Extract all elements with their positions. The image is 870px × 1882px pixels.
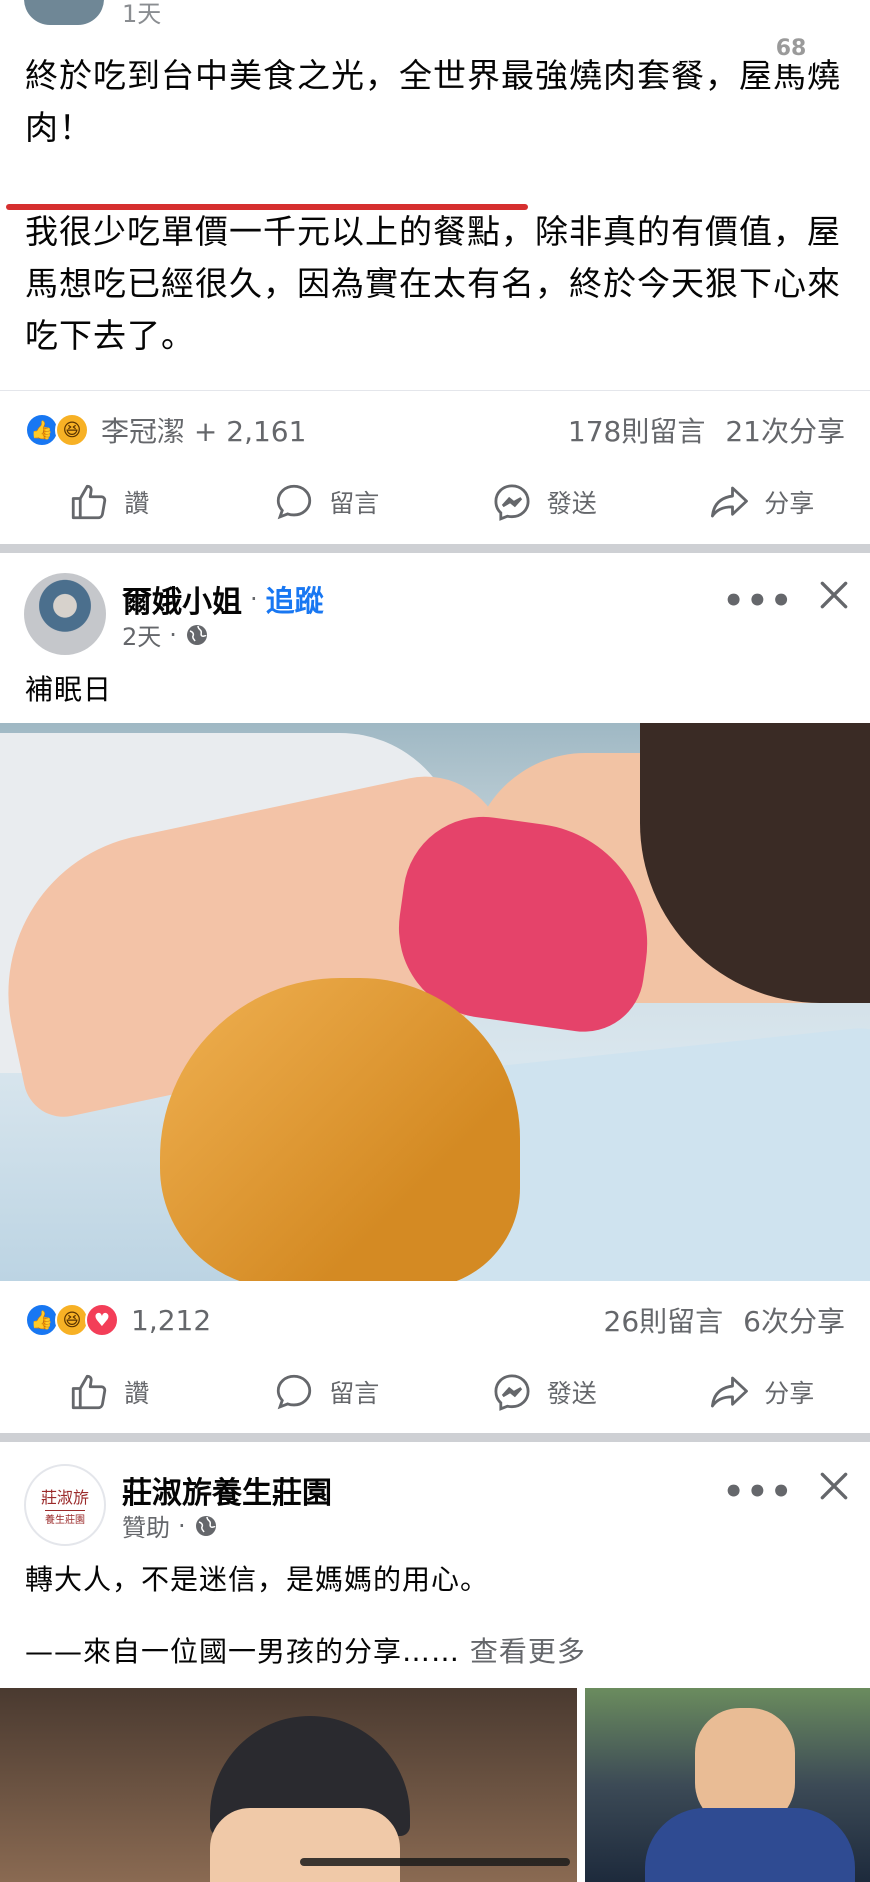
- like-icon: [72, 1374, 107, 1410]
- author-name[interactable]: 莊淑旂養生莊園: [122, 1468, 332, 1512]
- separator-dot: ·: [178, 1511, 186, 1540]
- post2-reaction-row: 👍 😆 ♥ 1,212 26則留言 6次分享: [0, 1290, 870, 1350]
- post3-photo[interactable]: [585, 1688, 870, 1882]
- comment-icon: [277, 1374, 312, 1410]
- more-icon[interactable]: •••: [723, 1472, 794, 1512]
- comment-button[interactable]: 留言: [218, 1371, 436, 1413]
- share-icon: [711, 1376, 749, 1408]
- close-icon[interactable]: [814, 1466, 854, 1506]
- haha-reaction-icon: 😆: [55, 1303, 89, 1337]
- share-icon: [711, 486, 749, 518]
- send-button[interactable]: 發送: [435, 481, 653, 523]
- more-icon[interactable]: •••: [723, 581, 794, 621]
- sponsored-label[interactable]: 贊助: [122, 1508, 170, 1543]
- signal-icon: [668, 37, 705, 61]
- like-reaction-icon: 👍: [25, 413, 59, 447]
- reaction-count[interactable]: 1,212: [131, 1304, 211, 1337]
- reaction-icons[interactable]: 👍 😆 ♥: [25, 1303, 119, 1337]
- messenger-icon: [494, 484, 530, 521]
- network-type: 4G: [714, 34, 754, 64]
- comment-count[interactable]: 26則留言: [604, 1300, 724, 1340]
- post2-action-row: 讚 留言 發送 分享: [0, 1352, 870, 1432]
- messenger-icon: [494, 1374, 530, 1411]
- post2-text: 補眠日: [25, 673, 113, 706]
- post1-reaction-row: 👍 😆 李冠潔 + 2,161 178則留言 21次分享: [0, 400, 870, 460]
- author-name[interactable]: 爾娥小姐: [122, 577, 242, 621]
- globe-icon: [195, 1515, 216, 1536]
- post3-author-line: 莊淑旂養生莊園: [122, 1468, 332, 1512]
- post-stats: 26則留言 6次分享: [604, 1300, 845, 1340]
- reaction-count[interactable]: 李冠潔 + 2,161: [101, 410, 306, 450]
- post1-action-row: 讚 留言 發送 分享: [0, 462, 870, 542]
- love-reaction-icon: ♥: [85, 1303, 119, 1337]
- avatar[interactable]: [24, 573, 106, 655]
- post2-meta: 2天 ·: [122, 617, 209, 652]
- post3-text-excerpt: ——來自一位國一男孩的分享……: [25, 1635, 461, 1668]
- send-button[interactable]: 發送: [435, 1371, 653, 1413]
- share-count[interactable]: 6次分享: [743, 1300, 845, 1340]
- divider: [0, 390, 870, 391]
- post3-text-line: 轉大人，不是迷信，是媽媽的用心。: [25, 1563, 490, 1596]
- haha-reaction-icon: 😆: [55, 413, 89, 447]
- avatar-logo-subtext: 養生莊園: [45, 1510, 85, 1526]
- post-time[interactable]: 2天: [122, 617, 161, 652]
- comment-label: 留言: [329, 489, 380, 518]
- post1-text: 終於吃到台中美食之光，全世界最強燒肉套餐，屋馬燒肉！ 我很少吃單價一千元以上的餐…: [25, 50, 855, 414]
- battery-icon: 68: [764, 34, 818, 64]
- like-reaction-icon: 👍: [25, 1303, 59, 1337]
- send-label: 發送: [546, 489, 597, 518]
- reaction-icons[interactable]: 👍 😆: [25, 413, 89, 447]
- like-label: 讚: [124, 489, 150, 518]
- post-stats: 178則留言 21次分享: [568, 410, 845, 450]
- send-label: 發送: [546, 1379, 597, 1408]
- status-bar: 14:17 4G 68: [0, 0, 870, 100]
- comment-label: 留言: [329, 1379, 380, 1408]
- post-separator: [0, 1433, 870, 1442]
- close-icon[interactable]: [814, 575, 854, 615]
- avatar-logo-text: 莊淑旂: [40, 1488, 89, 1507]
- avatar[interactable]: 莊淑旂 養生莊園: [24, 1464, 106, 1546]
- like-button[interactable]: 讚: [0, 481, 218, 523]
- like-label: 讚: [124, 1379, 150, 1408]
- separator-dot: ·: [169, 620, 177, 649]
- share-label: 分享: [764, 489, 815, 518]
- follow-button[interactable]: 追蹤: [266, 578, 324, 620]
- home-indicator[interactable]: [300, 1858, 570, 1866]
- comment-button[interactable]: 留言: [218, 481, 436, 523]
- status-time: 14:17: [108, 30, 212, 66]
- status-indicators: 4G 68: [668, 34, 818, 64]
- post3-header: 莊淑旂 養生莊園 莊淑旂養生莊園 贊助 · •••: [24, 1464, 854, 1546]
- see-more-link[interactable]: 查看更多: [470, 1635, 586, 1668]
- comment-icon: [277, 484, 312, 520]
- share-label: 分享: [764, 1379, 815, 1408]
- post2-header: 爾娥小姐 · 追蹤 2天 · •••: [24, 573, 854, 655]
- post3-meta: 贊助 ·: [122, 1508, 218, 1543]
- share-button[interactable]: 分享: [653, 481, 870, 523]
- highlight-underline: [6, 204, 528, 210]
- post1-paragraph: 我很少吃單價一千元以上的餐點，除非真的有價值，屋馬想吃已經很久，因為實在太有名，…: [25, 212, 841, 355]
- like-icon: [72, 484, 107, 520]
- globe-icon: [186, 624, 207, 645]
- share-count[interactable]: 21次分享: [725, 410, 845, 450]
- separator-dot: ·: [250, 585, 258, 613]
- post3-text-line: ——來自一位國一男孩的分享…… 查看更多: [25, 1630, 586, 1674]
- post3-photo[interactable]: [0, 1688, 577, 1882]
- post2-author-line: 爾娥小姐 · 追蹤: [122, 577, 324, 621]
- post2-photo[interactable]: [0, 723, 870, 1281]
- share-button[interactable]: 分享: [653, 1371, 870, 1413]
- post-separator: [0, 544, 870, 553]
- like-button[interactable]: 讚: [0, 1371, 218, 1413]
- comment-count[interactable]: 178則留言: [568, 410, 705, 450]
